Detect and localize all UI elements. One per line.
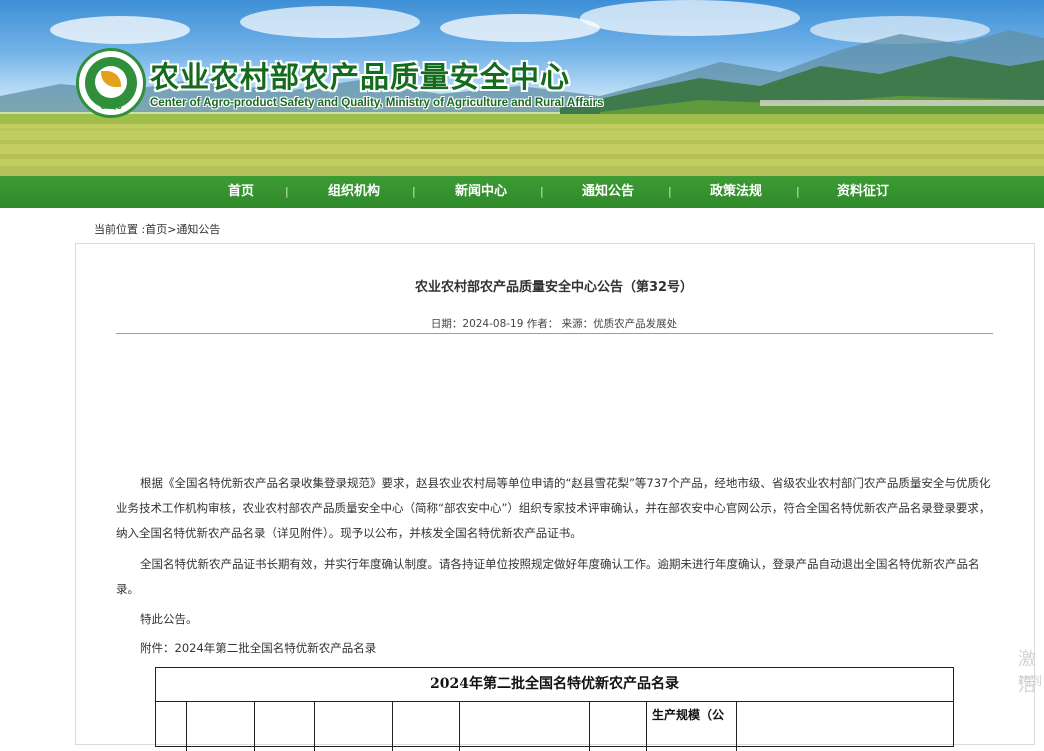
site-title: 农业农村部农产品质量安全中心: [150, 60, 571, 94]
nav-item-news[interactable]: 新闻中心: [431, 176, 531, 208]
table-column-divider: [589, 701, 590, 751]
breadcrumb-current-link[interactable]: 通知公告: [176, 223, 220, 236]
nav-item-notices[interactable]: 通知公告: [558, 176, 658, 208]
main-nav: 首页 | 组织机构 | 新闻中心 | 通知公告 | 政策法规 | 资料征订: [0, 176, 1044, 208]
nav-item-policy[interactable]: 政策法规: [686, 176, 786, 208]
article-paragraph-1: 根据《全国名特优新农产品名录收集登录规范》要求，赵县农业农村局等单位申请的“赵县…: [116, 476, 991, 540]
attachment-link[interactable]: 附件：2024年第二批全国名特优新农产品名录: [116, 636, 995, 661]
table-column-divider: [254, 701, 255, 751]
table-column-divider: [392, 701, 393, 751]
article-meta: 日期：2024-08-19 作者： 来源：优质农产品发展处: [430, 318, 678, 330]
nav-separator: |: [285, 185, 289, 198]
table-title: 2024年第二批全国名特优新农产品名录: [156, 668, 953, 702]
nav-separator: |: [412, 185, 416, 198]
nav-separator: |: [796, 185, 800, 198]
site-subtitle: Center of Agro-product Safety and Qualit…: [150, 97, 604, 109]
nav-item-subscription[interactable]: 资料征订: [813, 176, 913, 208]
logo-text: CAQS: [100, 103, 122, 111]
site-logo[interactable]: CAQS: [76, 48, 146, 118]
table-column-divider: [459, 701, 460, 751]
breadcrumb: 当前位置 :首页>通知公告: [94, 221, 220, 237]
table-column-divider: [186, 701, 187, 751]
table-column-divider: [314, 701, 315, 751]
product-list-table: 2024年第二批全国名特优新农产品名录 生产规模（公: [155, 667, 954, 751]
side-watermark-line1: 激活: [1018, 649, 1036, 696]
side-watermark-line2: 转到: [1018, 674, 1043, 688]
nav-item-organization[interactable]: 组织机构: [304, 176, 404, 208]
breadcrumb-label: 当前位置 :: [94, 223, 146, 236]
header-banner: CAQS 农业农村部农产品质量安全中心 Center of Agro-produ…: [0, 0, 1044, 176]
title-divider: [116, 333, 993, 334]
nav-item-home[interactable]: 首页: [191, 176, 291, 208]
article-title: 农业农村部农产品质量安全中心公告（第32号）: [414, 280, 694, 295]
article-paragraph-2: 全国名特优新农产品证书长期有效，并实行年度确认制度。请各持证单位按照规定做好年度…: [116, 557, 980, 596]
nav-separator: |: [668, 185, 672, 198]
table-column-divider: [736, 701, 737, 751]
breadcrumb-home-link[interactable]: 首页: [145, 223, 167, 236]
table-header-production-scale: 生产规模（公: [652, 708, 725, 722]
nav-separator: |: [540, 185, 544, 198]
table-column-divider: [646, 701, 647, 751]
article-paragraph-3: 特此公告。: [140, 612, 198, 626]
